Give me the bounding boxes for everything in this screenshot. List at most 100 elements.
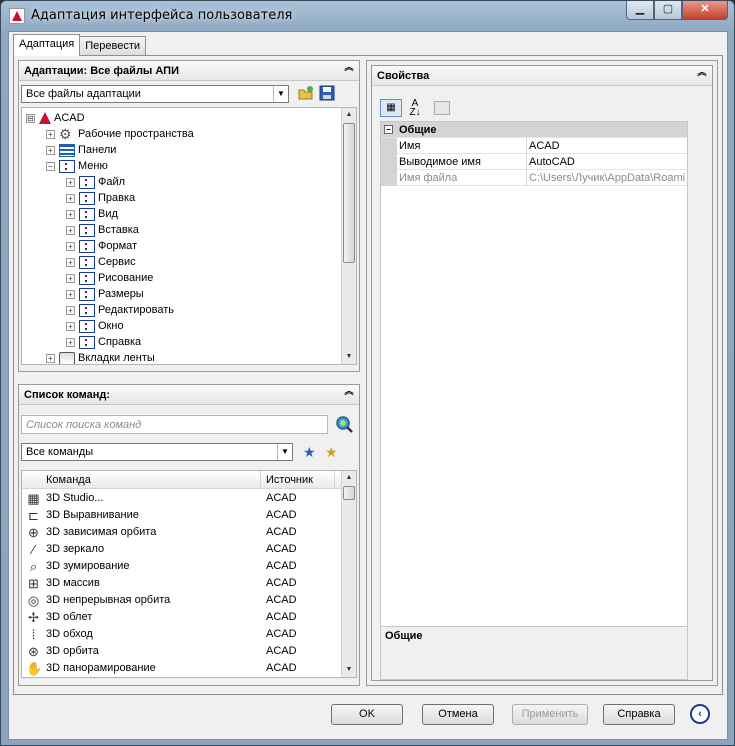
menu-icon	[79, 271, 95, 285]
command-row[interactable]: ▦ 3D Studio... ACAD	[22, 490, 342, 507]
scroll-down-icon[interactable]: ▼	[342, 663, 356, 677]
edit-command-star-icon[interactable]: ★	[325, 444, 338, 461]
tree-expander-icon[interactable]: +	[46, 353, 55, 363]
collapse-chevron-icon[interactable]: ︽	[343, 63, 355, 77]
help-button[interactable]: Справка	[603, 704, 675, 725]
tree-node-label: Справка	[98, 336, 142, 348]
scroll-thumb[interactable]	[343, 486, 355, 500]
save-icon[interactable]	[319, 85, 335, 101]
command-icon: ⁞	[31, 627, 36, 642]
apply-button[interactable]: Применить	[512, 704, 588, 725]
tree-expander-icon[interactable]: +	[66, 225, 75, 235]
tree-node[interactable]: + Рисование	[66, 270, 153, 286]
tree-expander-icon[interactable]: +	[66, 193, 75, 203]
command-list-header: Команда Источник	[22, 471, 342, 489]
collapse-chevron-icon[interactable]: ︽	[343, 387, 355, 401]
property-row[interactable]: Имя ACAD	[381, 138, 687, 154]
tree-expander-icon[interactable]: +	[66, 337, 75, 347]
customizations-tree[interactable]: ▲ ▼ ⊟ ACAD + ⚙ Рабочие пространства + Панели − М…	[21, 107, 357, 365]
tree-expander-icon[interactable]: −	[46, 161, 55, 171]
tree-node[interactable]: + Размеры	[66, 286, 144, 302]
scroll-up-icon[interactable]: ▲	[342, 108, 356, 122]
tree-node[interactable]: + Правка	[66, 190, 135, 206]
collapse-chevron-icon[interactable]: ︽	[696, 68, 708, 82]
tree-node[interactable]: + Панели	[46, 142, 116, 158]
column-header-command[interactable]: Команда	[46, 474, 91, 486]
collapse-group-icon[interactable]: −	[384, 125, 393, 134]
tree-node-label: Сервис	[98, 256, 136, 268]
command-row[interactable]: ⁞ 3D обход ACAD	[22, 626, 342, 643]
cancel-button[interactable]: Отмена	[422, 704, 494, 725]
tab-transfer[interactable]: Перевести	[79, 36, 147, 56]
property-row[interactable]: Выводимое имя AutoCAD	[381, 154, 687, 170]
search-icon[interactable]	[335, 415, 353, 433]
command-row[interactable]: ✢ 3D облет ACAD	[22, 609, 342, 626]
ok-button[interactable]: OK	[331, 704, 403, 725]
alphabetical-sort-icon[interactable]: A Z↓	[404, 99, 426, 118]
tree-node[interactable]: + Вид	[66, 206, 118, 222]
command-row[interactable]: ⊏ 3D Выравнивание ACAD	[22, 507, 342, 524]
command-list-scrollbar[interactable]: ▲ ▼	[341, 471, 356, 677]
command-search-input[interactable]	[21, 415, 328, 434]
customizations-panel-title: Адаптации: Все файлы АПИ	[24, 65, 179, 77]
tree-node[interactable]: + ⚙ Рабочие пространства	[46, 126, 194, 142]
tree-node[interactable]: + Формат	[66, 238, 137, 254]
tree-expander-icon[interactable]: +	[66, 241, 75, 251]
tree-node[interactable]: + Справка	[66, 334, 141, 350]
scroll-thumb[interactable]	[343, 123, 355, 263]
tree-expander-icon[interactable]: +	[66, 305, 75, 315]
command-row[interactable]: ◎ 3D непрерывная орбита ACAD	[22, 592, 342, 609]
customization-files-select[interactable]: Все файлы адаптации ▼	[21, 85, 289, 103]
command-row[interactable]: ⊛ 3D орбита ACAD	[22, 643, 342, 660]
close-button[interactable]: ✕	[682, 1, 728, 20]
tree-node-label: Файл	[98, 176, 126, 188]
chevron-down-icon: ▼	[273, 86, 288, 102]
categorized-view-icon[interactable]: ▦	[380, 99, 402, 117]
tree-node[interactable]: + Вставка	[66, 222, 139, 238]
tree-expander-icon[interactable]: +	[66, 289, 75, 299]
chevron-down-icon: ▼	[277, 444, 292, 460]
minimize-button[interactable]: ▁	[626, 1, 654, 20]
tree-expander-icon[interactable]: +	[66, 209, 75, 219]
property-value[interactable]: ACAD	[528, 138, 688, 154]
tree-expander-icon[interactable]: +	[66, 257, 75, 267]
tree-node[interactable]: + Окно	[66, 318, 124, 334]
tree-node-label: Размеры	[98, 288, 144, 300]
command-row[interactable]: ⌕ 3D зумирование ACAD	[22, 558, 342, 575]
tree-node[interactable]: + Файл	[66, 174, 125, 190]
property-row[interactable]: Имя файла C:\Users\Лучик\AppData\Roami	[381, 170, 687, 186]
maximize-button[interactable]: ▢	[654, 1, 682, 20]
command-row[interactable]: ⊞ 3D массив ACAD	[22, 575, 342, 592]
command-row[interactable]: ⁄ 3D зеркало ACAD	[22, 541, 342, 558]
scroll-up-icon[interactable]: ▲	[342, 471, 356, 485]
tree-expander-icon[interactable]: +	[66, 177, 75, 187]
scroll-down-icon[interactable]: ▼	[342, 350, 356, 364]
command-row[interactable]: ✋ 3D панорамирование ACAD	[22, 660, 342, 677]
column-header-source[interactable]: Источник	[266, 474, 313, 486]
tree-expander-icon[interactable]: +	[46, 129, 55, 139]
new-command-star-icon[interactable]: ★	[303, 444, 316, 461]
description-title: Общие	[385, 630, 423, 642]
open-file-icon[interactable]	[298, 85, 314, 101]
tree-node-label: Правка	[98, 192, 136, 204]
tab-customize[interactable]: Адаптация	[13, 34, 81, 56]
title-bar[interactable]: Адаптация интерфейса пользователя ▁ ▢ ✕	[1, 1, 734, 31]
tree-expander-icon[interactable]: +	[66, 321, 75, 331]
tree-node[interactable]: + Сервис	[66, 254, 136, 270]
command-row[interactable]: ⊕ 3D зависимая орбита ACAD	[22, 524, 342, 541]
property-grid[interactable]: − Общие Имя ACAD Выводимое имя AutoCAD И…	[380, 121, 688, 639]
collapse-dialog-icon[interactable]: ‹	[690, 704, 710, 724]
command-filter-select[interactable]: Все команды ▼	[21, 443, 293, 461]
tree-expander-icon[interactable]: +	[46, 145, 55, 155]
property-group-header[interactable]: − Общие	[381, 122, 687, 138]
tree-expander-icon[interactable]: +	[66, 273, 75, 283]
tree-node[interactable]: − Меню	[46, 158, 108, 174]
tree-expander-icon[interactable]: ⊟	[26, 113, 35, 123]
command-list[interactable]: Команда Источник ▲ ▼ ▦ 3D Studio... ACAD ⊏ 3…	[21, 470, 357, 678]
tree-node[interactable]: + Вкладки ленты	[46, 350, 155, 364]
property-value[interactable]: AutoCAD	[528, 154, 688, 170]
tree-node[interactable]: + Редактировать	[66, 302, 174, 318]
property-pages-icon[interactable]	[434, 101, 450, 115]
tree-node[interactable]: ⊟ ACAD	[26, 110, 85, 126]
tree-scrollbar[interactable]: ▲ ▼	[341, 108, 356, 364]
